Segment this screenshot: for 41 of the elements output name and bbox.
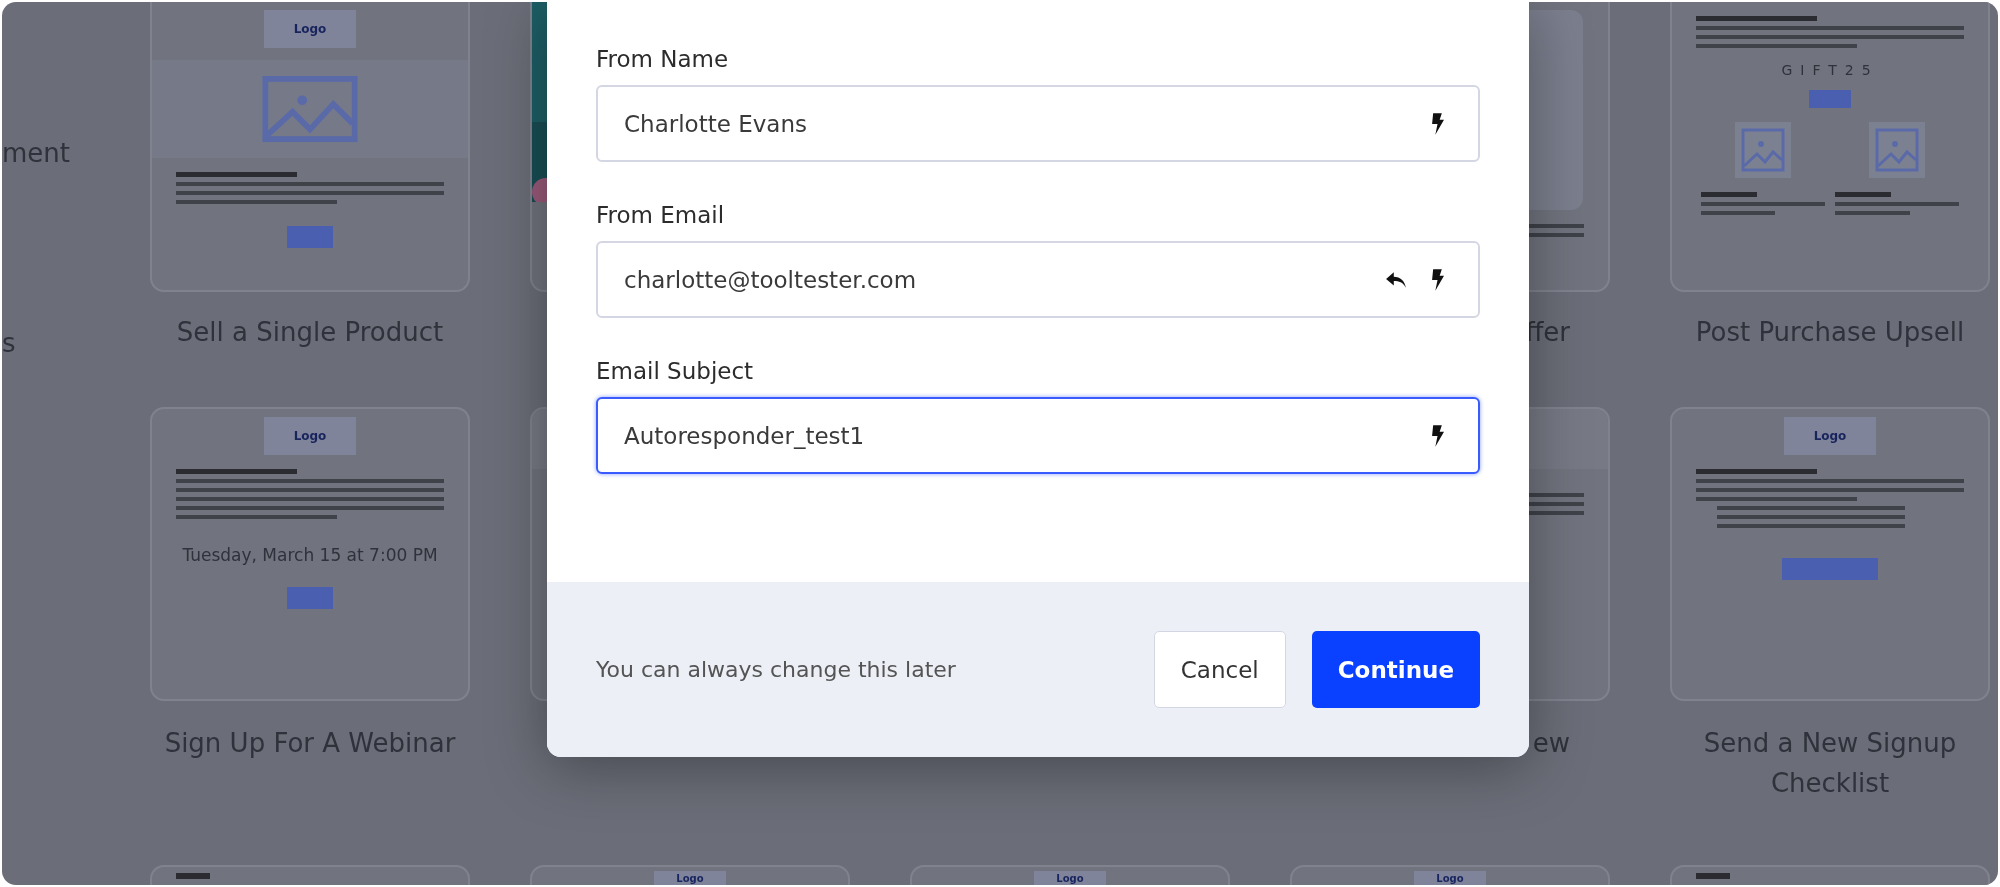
field-label: Email Subject	[596, 358, 755, 384]
reply-icon[interactable]	[1385, 270, 1407, 289]
logo-placeholder: Logo	[1414, 871, 1486, 885]
input-field[interactable]: Autoresponder_test1	[596, 397, 1480, 474]
continue-button[interactable]: Continue	[1311, 631, 1480, 708]
field-label: From Email	[596, 202, 726, 228]
template-title: Sign Up For A Webinar	[164, 727, 456, 760]
template-card[interactable]: Logo	[530, 865, 850, 885]
image-icon	[260, 75, 360, 143]
template-card[interactable]: Logo	[1670, 407, 1990, 701]
template-card[interactable]: GIFT25	[1670, 2, 1990, 292]
lightning-icon[interactable]	[1431, 424, 1444, 447]
template-title: Sell a Single Product	[176, 316, 444, 349]
template-card[interactable]: Logo Tuesday, March 15 at 7:00 PM	[150, 407, 470, 701]
event-date: Tuesday, March 15 at 7:00 PM	[182, 545, 438, 565]
logo-placeholder: Logo	[1783, 417, 1877, 455]
cancel-button[interactable]: Cancel	[1153, 631, 1286, 708]
logo-placeholder: Logo	[263, 417, 357, 455]
template-title: Send a New Signup Checklist	[1702, 727, 1958, 800]
thumbnail-button	[287, 587, 333, 609]
lightning-icon[interactable]	[1431, 112, 1444, 135]
template-card[interactable]: Logo	[1290, 865, 1610, 885]
thumbnail-button	[287, 226, 333, 248]
logo-placeholder: Logo	[263, 10, 357, 48]
field-label: From Name	[596, 46, 730, 72]
template-title: Post Purchase Upsell	[1695, 316, 1965, 349]
sidebar-item[interactable]: ment	[2, 138, 70, 168]
footer-note: You can always change this later	[596, 657, 956, 682]
logo-placeholder: Logo	[1034, 871, 1106, 885]
template-card[interactable]: Logo	[910, 865, 1230, 885]
input-field[interactable]: Charlotte Evans	[596, 85, 1480, 162]
thumbnail-button	[1809, 90, 1851, 108]
input-field[interactable]: charlotte@tooltester.com	[596, 241, 1480, 318]
logo-placeholder: Logo	[654, 871, 726, 885]
coupon-code: GIFT25	[1781, 62, 1879, 78]
template-card[interactable]: Logo	[150, 2, 470, 292]
template-title: ew	[1532, 727, 1570, 760]
sidebar-item[interactable]: s	[2, 328, 16, 358]
lightning-icon[interactable]	[1431, 268, 1444, 291]
image-icon	[1734, 122, 1791, 178]
image-icon	[1869, 122, 1926, 178]
